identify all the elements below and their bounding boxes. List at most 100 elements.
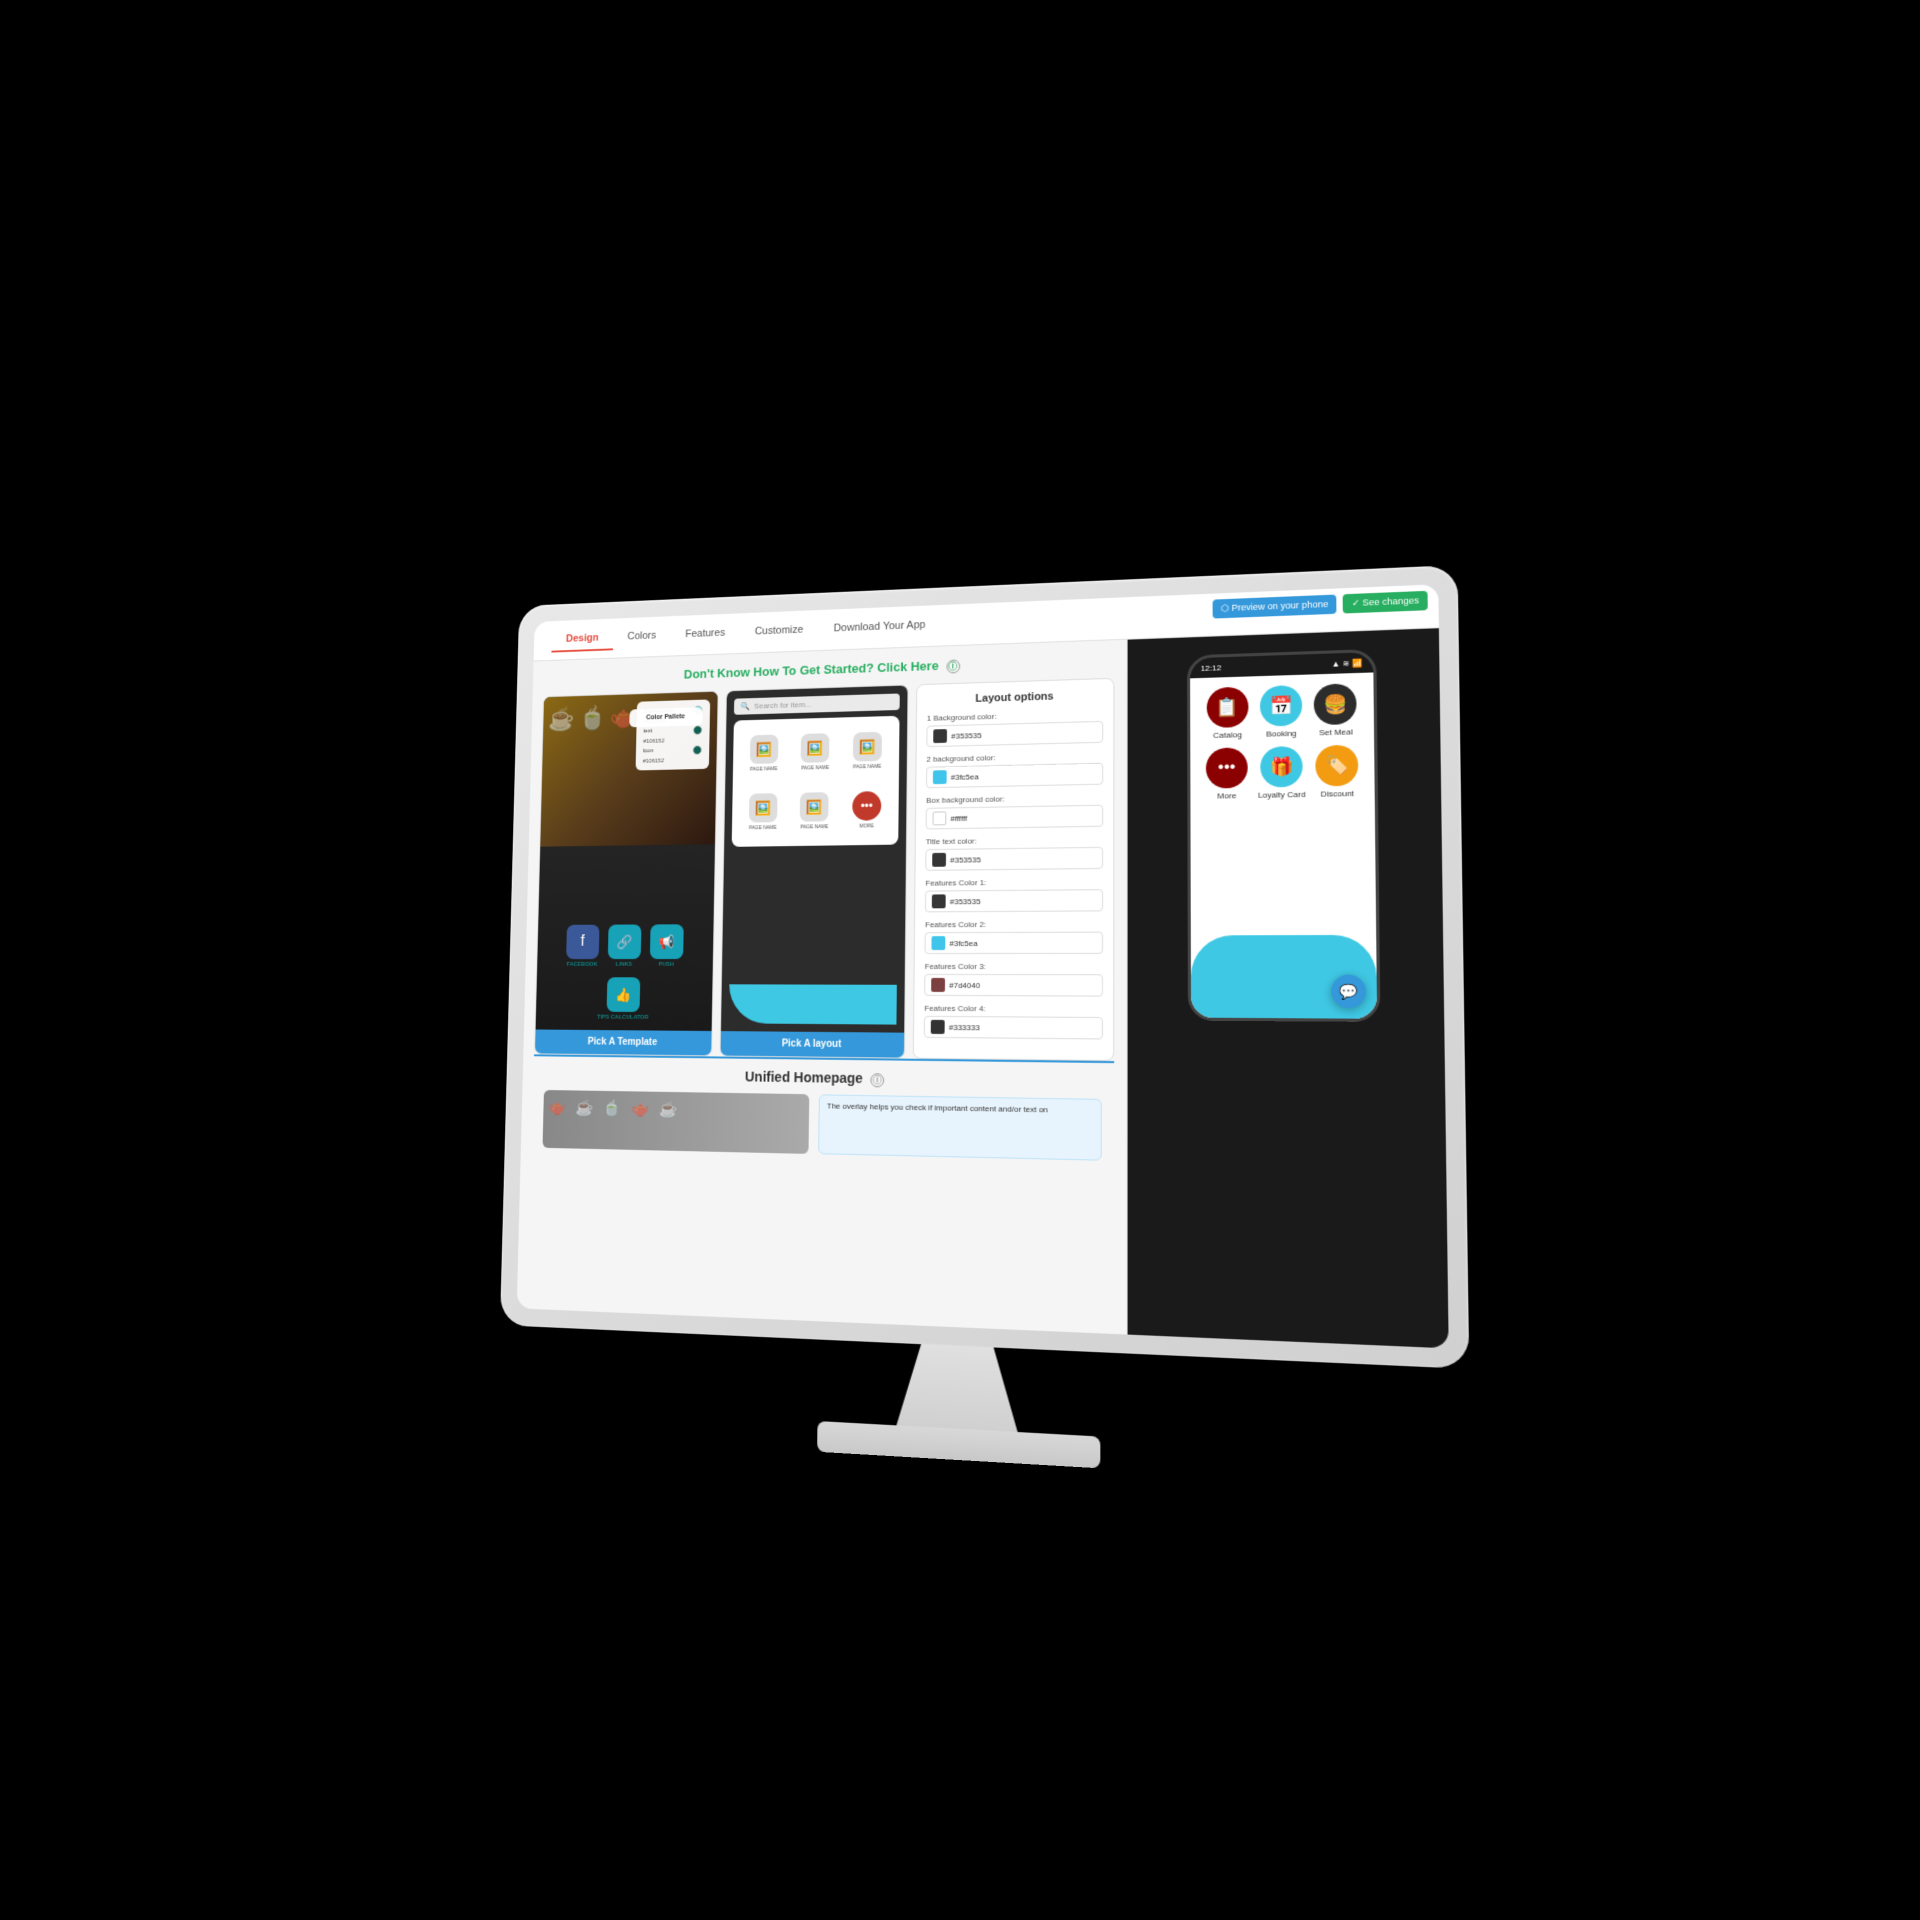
three-columns: Color Pallete Background #61d5d9 text bbox=[534, 678, 1115, 1061]
monitor-body: Design Colors Features Customize Downloa… bbox=[500, 565, 1469, 1369]
color-option-feat1: Features Color 1: #353535 bbox=[925, 877, 1103, 912]
phone-time: 12:12 bbox=[1201, 663, 1222, 673]
layout-accent bbox=[728, 984, 897, 1024]
layout-icon-label-1: PAGE NAME bbox=[750, 766, 778, 772]
color-input-feat4[interactable]: #333333 bbox=[924, 1016, 1103, 1040]
icon-facebook: f FACEBOOK bbox=[566, 925, 600, 968]
color-value-bg1: #353535 bbox=[951, 731, 982, 741]
catalog-label: Catalog bbox=[1213, 730, 1242, 740]
color-pallete-box: Color Pallete Background #61d5d9 text bbox=[635, 699, 710, 770]
color-option-title: Title text color: #353535 bbox=[926, 835, 1104, 871]
color-row-text: text bbox=[643, 725, 702, 736]
discount-icon: 🏷️ bbox=[1316, 745, 1359, 787]
tab-customize[interactable]: Customize bbox=[740, 618, 819, 646]
color-input-feat2[interactable]: #3fc5ea bbox=[925, 932, 1104, 954]
tab-design[interactable]: Design bbox=[551, 626, 613, 653]
template-preview: Color Pallete Background #61d5d9 text bbox=[536, 692, 718, 1031]
layout-icon-label-more: MORE bbox=[859, 823, 874, 829]
pick-layout-button[interactable]: Pick A layout bbox=[720, 1031, 904, 1058]
phone-icons-area: 📋 Catalog 📅 Booking bbox=[1190, 672, 1375, 811]
color-input-title[interactable]: #353535 bbox=[926, 847, 1104, 871]
discount-label: Discount bbox=[1321, 789, 1354, 799]
color-input-feat3[interactable]: #7d4040 bbox=[924, 974, 1103, 997]
color-label-feat4: Features Color 4: bbox=[924, 1004, 1103, 1014]
color-input-box[interactable]: #ffffff bbox=[926, 805, 1104, 830]
booking-icon: 📅 bbox=[1260, 685, 1302, 727]
color-row-icon: Icon bbox=[643, 745, 702, 756]
color-option-feat3: Features Color 3: #7d4040 bbox=[924, 962, 1103, 997]
layout-icon-label-5: PAGE NAME bbox=[800, 824, 828, 830]
tips-icon: 👍 bbox=[606, 977, 640, 1012]
left-panel: Don't Know How To Get Started? Click Her… bbox=[517, 640, 1128, 1335]
color-label-feat3: Features Color 3: bbox=[925, 962, 1104, 971]
layout-icon-1: 🖼️ PAGE NAME bbox=[740, 727, 788, 781]
click-here-link[interactable]: Click Here bbox=[877, 658, 939, 675]
monitor-wrapper: Design Colors Features Customize Downloa… bbox=[460, 510, 1460, 1410]
pick-template-button[interactable]: Pick A Template bbox=[535, 1030, 711, 1056]
color-swatch-feat1 bbox=[932, 894, 946, 908]
color-value-box: #ffffff bbox=[950, 814, 967, 823]
color-swatch-feat2 bbox=[932, 936, 946, 950]
color-value-title: #353535 bbox=[950, 855, 981, 864]
template-column: Color Pallete Background #61d5d9 text bbox=[534, 691, 718, 1057]
phone-body: 📋 Catalog 📅 Booking bbox=[1190, 672, 1377, 1018]
color-swatch-bg2 bbox=[933, 770, 947, 784]
color-swatch-bg1 bbox=[933, 729, 947, 743]
text-label: text bbox=[643, 729, 652, 735]
color-input-bg1[interactable]: #353535 bbox=[927, 721, 1104, 747]
booking-label: Booking bbox=[1266, 729, 1297, 739]
layout-row-2: 🖼️ PAGE NAME 🖼️ PAGE NAME bbox=[739, 783, 891, 839]
more-label: More bbox=[1217, 791, 1236, 800]
phone-chat-button[interactable]: 💬 bbox=[1331, 975, 1366, 1009]
layout-icon-label-3: PAGE NAME bbox=[853, 764, 881, 770]
tab-features[interactable]: Features bbox=[670, 621, 740, 648]
layout-icon-3: 🖼️ PAGE NAME bbox=[843, 724, 892, 779]
color-option-box: Box background color: #ffffff bbox=[926, 793, 1104, 830]
color-label-feat2: Features Color 2: bbox=[925, 919, 1103, 929]
phone-icon-setmeal: 🍔 Set Meal bbox=[1314, 683, 1357, 737]
color-value-bg2: #3fc5ea bbox=[951, 772, 979, 781]
unified-image bbox=[543, 1090, 809, 1154]
color-value-feat1: #353535 bbox=[950, 897, 981, 906]
layout-icon-more: ••• MORE bbox=[842, 783, 891, 837]
push-icon: 📢 bbox=[650, 924, 684, 959]
monitor-screen: Design Colors Features Customize Downloa… bbox=[517, 584, 1449, 1348]
color-input-feat1[interactable]: #353535 bbox=[925, 889, 1103, 912]
tab-download[interactable]: Download Your App bbox=[818, 613, 941, 643]
color-swatch-title bbox=[932, 853, 946, 867]
search-placeholder: Search for item... bbox=[754, 700, 811, 710]
icon-swatch bbox=[692, 745, 701, 755]
save-button[interactable]: ✓ See changes bbox=[1343, 591, 1428, 614]
color-value-feat4: #333333 bbox=[949, 1023, 980, 1032]
layout-preview: 🔍 Search for item... 🖼️ PAGE NAME bbox=[721, 685, 908, 1032]
phone-icon-loyalty: 🎁 Loyalty Card bbox=[1258, 746, 1306, 800]
icon-links: 🔗 LINKS bbox=[607, 924, 641, 967]
unified-text-box: The overlay helps you check if important… bbox=[818, 1094, 1102, 1160]
icon-push: 📢 PUSH bbox=[650, 924, 684, 967]
tab-colors[interactable]: Colors bbox=[613, 624, 671, 651]
layout-icon-circle-3: 🖼️ bbox=[853, 732, 882, 762]
phone-mockup: 12:12 ▲ ≋ 📶 📋 bbox=[1187, 649, 1380, 1022]
layout-column: 🔍 Search for item... 🖼️ PAGE NAME bbox=[719, 684, 909, 1058]
layout-icon-label-2: PAGE NAME bbox=[801, 765, 829, 771]
color-swatch-feat3 bbox=[931, 978, 945, 992]
layout-icon-4: 🖼️ PAGE NAME bbox=[739, 785, 787, 839]
links-icon: 🔗 bbox=[608, 924, 642, 959]
text-value: #106152 bbox=[643, 738, 702, 745]
phone-icon-catalog: 📋 Catalog bbox=[1206, 687, 1248, 741]
more-icon: ••• bbox=[1206, 747, 1248, 788]
phone-icon-booking: 📅 Booking bbox=[1260, 685, 1303, 739]
unified-title-text: Unified Homepage bbox=[745, 1069, 863, 1086]
phone-row-1: 📋 Catalog 📅 Booking bbox=[1201, 683, 1364, 740]
phone-icon-discount: 🏷️ Discount bbox=[1316, 745, 1359, 799]
layout-icon-circle-1: 🖼️ bbox=[750, 735, 779, 764]
color-value-feat2: #3fc5ea bbox=[949, 939, 977, 948]
color-option-feat2: Features Color 2: #3fc5ea bbox=[925, 919, 1104, 954]
loyalty-label: Loyalty Card bbox=[1258, 790, 1306, 800]
setmeal-label: Set Meal bbox=[1319, 727, 1353, 737]
color-input-bg2[interactable]: #3fc5ea bbox=[926, 763, 1103, 789]
setmeal-icon: 🍔 bbox=[1314, 683, 1357, 725]
preview-button[interactable]: ⬡ Preview on your phone bbox=[1213, 595, 1337, 619]
color-label-title: Title text color: bbox=[926, 835, 1104, 846]
layout-icon-circle-2: 🖼️ bbox=[801, 733, 830, 763]
